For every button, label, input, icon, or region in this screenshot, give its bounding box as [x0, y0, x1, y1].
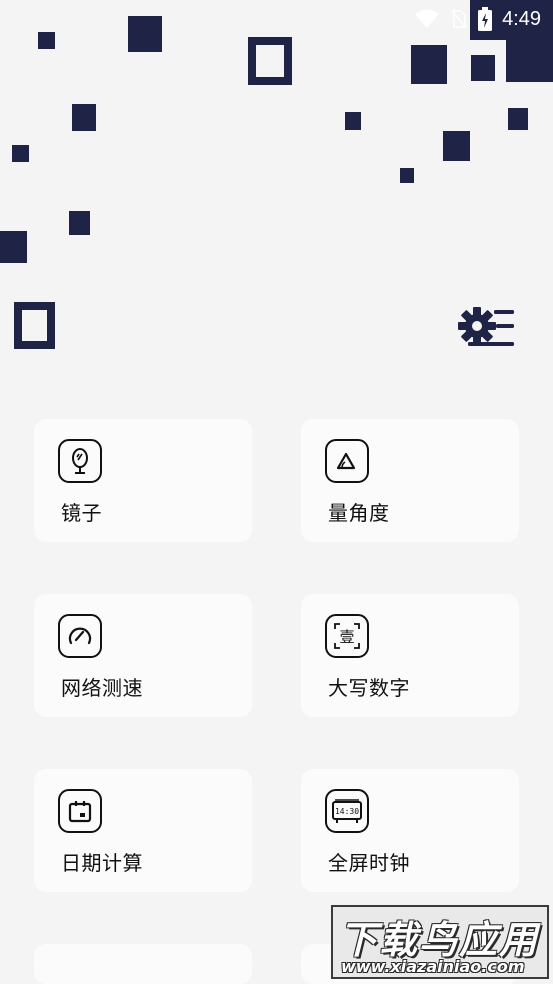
status-time: 4:49: [502, 7, 541, 30]
tool-label: 大写数字: [328, 678, 410, 700]
battery-charging-icon: [478, 7, 493, 31]
wifi-icon: [414, 9, 440, 29]
tool-label: 镜子: [61, 503, 102, 525]
tool-label: 日期计算: [61, 853, 143, 875]
no-sim-icon: [450, 9, 468, 29]
tool-label: 全屏时钟: [328, 853, 410, 875]
tool-card-speed-test[interactable]: 网络测速: [34, 594, 252, 717]
decor-square: [69, 211, 90, 235]
tool-card-capital-number[interactable]: 壹 大写数字: [301, 594, 519, 717]
fullscreen-clock-icon: 14:30: [325, 789, 369, 833]
watermark-logo: 下载鸟应用 www.xiazainiao.com: [331, 905, 549, 979]
calendar-icon: [58, 789, 102, 833]
decor-square: [443, 131, 470, 161]
decor-square: [506, 38, 553, 82]
decor-square: [0, 231, 27, 263]
tool-label: 量角度: [328, 503, 390, 525]
decor-square: [400, 168, 414, 183]
tool-card-partial[interactable]: [34, 944, 252, 984]
decor-square: [128, 16, 162, 52]
decor-hollow-square: [14, 302, 55, 349]
tool-card-fullscreen-clock[interactable]: 14:30 全屏时钟: [301, 769, 519, 892]
clock-time-glyph: 14:30: [335, 807, 359, 816]
angle-icon: [325, 439, 369, 483]
decor-square: [345, 112, 361, 130]
settings-button[interactable]: [458, 304, 516, 350]
decor-square: [38, 32, 55, 49]
tool-card-date-calc[interactable]: 日期计算: [34, 769, 252, 892]
tool-label: 网络测速: [61, 678, 143, 700]
decor-square: [471, 55, 495, 81]
decor-square: [508, 108, 528, 130]
tool-card-angle[interactable]: 量角度: [301, 419, 519, 542]
capital-number-icon: 壹: [325, 614, 369, 658]
tool-card-mirror[interactable]: 镜子: [34, 419, 252, 542]
mirror-icon: [58, 439, 102, 483]
capital-number-glyph: 壹: [339, 628, 354, 646]
decor-square: [12, 145, 29, 162]
watermark-title: 下载鸟应用: [339, 918, 540, 962]
decor-hollow-square: [248, 37, 292, 85]
status-bar: 4:49: [403, 0, 553, 38]
settings-menu-icon: [458, 307, 514, 346]
speedometer-icon: [58, 614, 102, 658]
decor-square: [72, 104, 96, 131]
watermark-url: www.xiazainiao.com: [341, 957, 525, 976]
decor-square: [411, 45, 447, 84]
